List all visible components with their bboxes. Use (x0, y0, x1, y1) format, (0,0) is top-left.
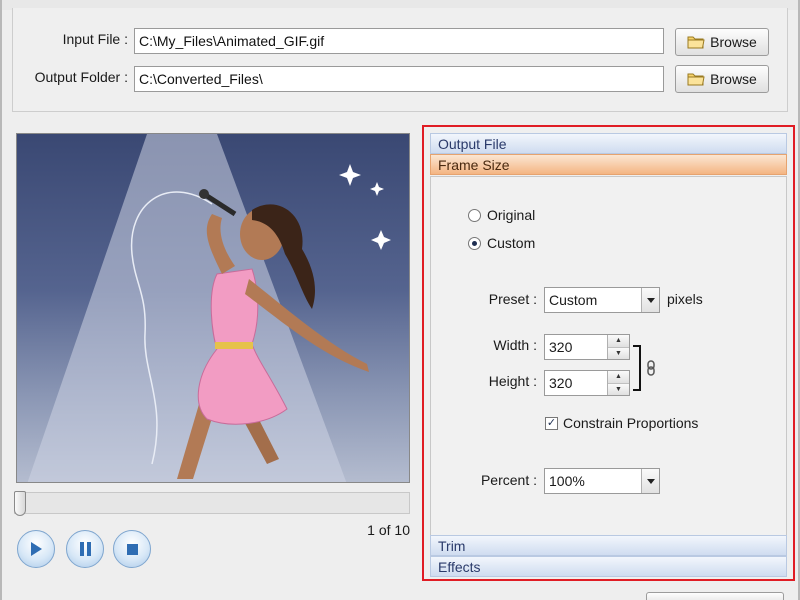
section-trim[interactable]: Trim (430, 535, 787, 556)
window-left-edge (0, 0, 2, 600)
section-frame-size[interactable]: Frame Size (430, 154, 787, 175)
pixels-label: pixels (667, 291, 703, 307)
radio-custom-button[interactable] (468, 236, 481, 250)
height-value[interactable]: 320 (545, 371, 607, 395)
play-icon (31, 542, 42, 556)
chevron-down-icon[interactable] (641, 469, 659, 493)
constrain-label: Constrain Proportions (563, 415, 699, 431)
output-folder-field[interactable]: C:\Converted_Files\ (134, 66, 664, 92)
pause-icon (80, 542, 91, 556)
percent-label: Percent : (480, 472, 537, 488)
height-decrement-icon[interactable]: ▼ (608, 382, 629, 395)
frame-counter: 1 of 10 (367, 522, 410, 538)
browse-output-label: Browse (710, 71, 757, 87)
file-selection-panel (12, 8, 788, 112)
radio-original-label: Original (487, 207, 536, 223)
input-file-field[interactable]: C:\My_Files\Animated_GIF.gif (134, 28, 664, 54)
chain-link-icon[interactable] (631, 344, 661, 394)
width-label: Width : (493, 337, 537, 353)
percent-dropdown[interactable]: 100% (544, 468, 660, 494)
radio-original-button[interactable] (468, 208, 481, 222)
pause-button[interactable] (66, 530, 104, 568)
width-spinner[interactable]: 320 ▲ ▼ (544, 334, 630, 360)
stop-icon (127, 544, 138, 555)
radio-original[interactable]: Original (468, 207, 535, 223)
constrain-proportions[interactable]: ✓ Constrain Proportions (545, 415, 698, 431)
section-effects[interactable]: Effects (430, 556, 787, 577)
preset-value: Custom (549, 292, 598, 308)
radio-custom[interactable]: Custom (468, 235, 535, 251)
height-label: Height : (488, 373, 537, 389)
browse-input-label: Browse (710, 34, 757, 50)
constrain-checkbox[interactable]: ✓ (545, 416, 558, 430)
preset-label: Preset : (488, 291, 537, 307)
input-file-label: Input File : (62, 31, 128, 47)
width-value[interactable]: 320 (545, 335, 607, 359)
height-spinner[interactable]: 320 ▲ ▼ (544, 370, 630, 396)
preset-dropdown[interactable]: Custom (544, 287, 660, 313)
folder-icon (687, 36, 705, 49)
settings-panel: Output File Frame Size Original Custom P… (422, 125, 795, 581)
frame-slider-thumb[interactable] (14, 491, 26, 516)
width-decrement-icon[interactable]: ▼ (608, 346, 629, 359)
stop-button[interactable] (113, 530, 151, 568)
browse-output-button[interactable]: Browse (675, 65, 769, 93)
section-output-file[interactable]: Output File (430, 133, 787, 154)
output-folder-label: Output Folder : (34, 69, 128, 85)
folder-icon (687, 73, 705, 86)
chevron-down-icon[interactable] (641, 288, 659, 312)
bottom-action-button[interactable] (646, 592, 784, 600)
frame-size-body: Original Custom Preset : Custom pixels W… (430, 176, 787, 536)
gif-preview-image (16, 133, 410, 483)
width-increment-icon[interactable]: ▲ (608, 335, 629, 347)
play-button[interactable] (17, 530, 55, 568)
frame-slider-track[interactable] (14, 492, 410, 514)
percent-value: 100% (549, 473, 585, 489)
height-increment-icon[interactable]: ▲ (608, 371, 629, 383)
radio-custom-label: Custom (487, 235, 536, 251)
browse-input-button[interactable]: Browse (675, 28, 769, 56)
